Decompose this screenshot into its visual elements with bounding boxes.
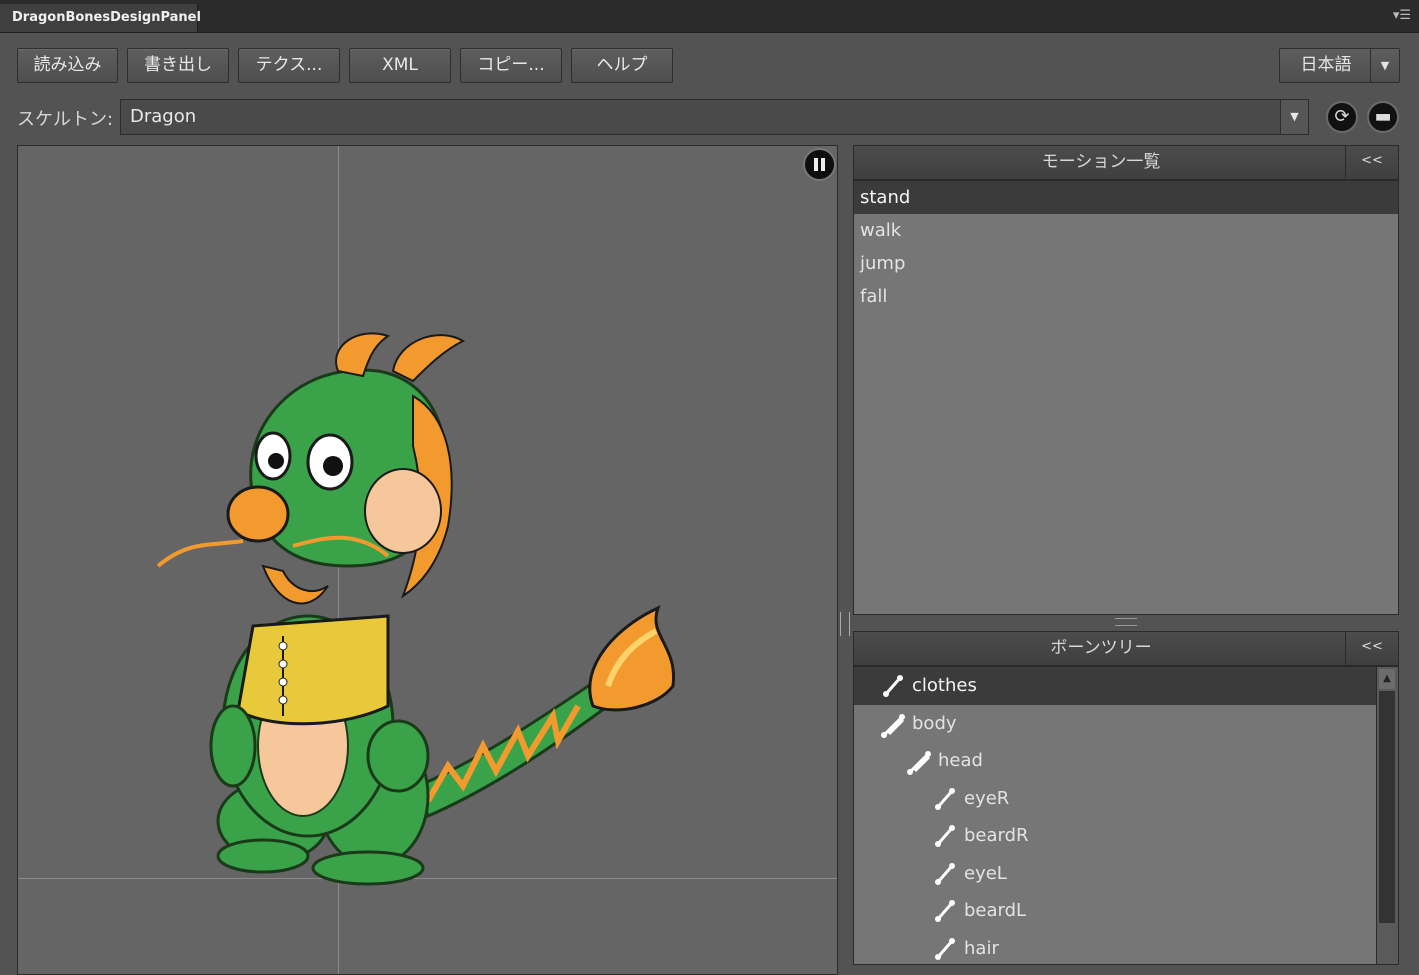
motion-item-stand[interactable]: stand <box>854 181 1398 214</box>
panel-tab[interactable]: DragonBonesDesignPanel <box>0 4 201 32</box>
motion-item-fall[interactable]: fall <box>854 280 1398 313</box>
language-value: 日本語 <box>1300 55 1352 75</box>
bone-tree-title: ボーンツリー <box>1050 638 1152 658</box>
bone-item-head[interactable]: head <box>854 742 1398 780</box>
bone-group-icon <box>907 751 931 775</box>
motion-panel: モーション一覧 << stand walk jump fall <box>853 145 1399 615</box>
language-select[interactable]: 日本語 ▼ <box>1279 48 1400 83</box>
remove-icon[interactable]: ▬ <box>1367 101 1399 133</box>
bone-icon <box>935 900 955 922</box>
motion-list: stand walk jump fall <box>853 180 1399 615</box>
bone-tree-list: clothes body head eyeR beardR eyeL beard… <box>853 666 1399 965</box>
bone-item-clothes[interactable]: clothes <box>854 667 1398 705</box>
bone-item-body[interactable]: body <box>854 705 1398 743</box>
bone-item-eyeR[interactable]: eyeR <box>854 780 1398 818</box>
bone-icon <box>883 675 903 697</box>
texture-button[interactable]: テクス... <box>238 48 340 83</box>
bone-tree-scrollbar[interactable]: ▲ <box>1376 667 1398 964</box>
export-button[interactable]: 書き出し <box>127 48 229 83</box>
skeleton-select[interactable]: Dragon ▼ <box>120 99 1309 135</box>
bone-label: beardR <box>964 825 1029 846</box>
motion-item-walk[interactable]: walk <box>854 214 1398 247</box>
bone-label: eyeR <box>964 787 1010 809</box>
bone-group-icon <box>881 713 905 738</box>
collapse-motion-button[interactable]: << <box>1345 146 1398 179</box>
bone-label: clothes <box>912 675 977 696</box>
load-button[interactable]: 読み込み <box>17 48 118 83</box>
bone-label: beardL <box>964 900 1027 921</box>
scroll-thumb[interactable] <box>1379 691 1395 923</box>
title-bar: DragonBonesDesignPanel ▾☰ <box>0 0 1419 33</box>
armature-preview[interactable] <box>17 145 838 975</box>
motion-item-jump[interactable]: jump <box>854 247 1398 280</box>
bone-tree-header: ボーンツリー << <box>853 631 1399 666</box>
bone-item-hair[interactable]: hair <box>854 930 1398 965</box>
bone-icon <box>935 862 955 885</box>
chevron-down-icon[interactable]: ▼ <box>1370 49 1399 82</box>
bone-icon <box>935 787 955 810</box>
bone-icon <box>935 937 955 960</box>
motion-panel-title: モーション一覧 <box>1041 152 1161 172</box>
chevron-down-icon[interactable]: ▼ <box>1280 100 1308 134</box>
help-button[interactable]: ヘルプ <box>571 48 673 83</box>
bone-label: head <box>938 750 983 771</box>
bone-icon <box>935 825 955 847</box>
bone-item-eyeL[interactable]: eyeL <box>854 855 1398 893</box>
copy-button[interactable]: コピー... <box>460 48 562 83</box>
dragon-character <box>156 332 676 886</box>
bone-item-beardR[interactable]: beardR <box>854 817 1398 855</box>
bone-tree-panel: ボーンツリー << clothes body head eyeR beardR … <box>853 631 1399 965</box>
panel-menu-icon[interactable]: ▾☰ <box>1393 8 1411 23</box>
refresh-icon[interactable]: ⟳ <box>1326 101 1358 133</box>
xml-button[interactable]: XML <box>349 48 451 83</box>
bone-item-beardL[interactable]: beardL <box>854 892 1398 930</box>
bone-label: hair <box>964 937 999 959</box>
skeleton-label: スケルトン: <box>17 109 114 130</box>
skeleton-value: Dragon <box>130 106 197 127</box>
panel-splitter[interactable] <box>840 612 850 636</box>
collapse-bone-tree-button[interactable]: << <box>1345 632 1398 665</box>
scroll-up-icon[interactable]: ▲ <box>1379 669 1395 689</box>
motion-panel-header: モーション一覧 << <box>853 145 1399 180</box>
resize-grip[interactable] <box>1115 618 1137 626</box>
bone-label: body <box>912 712 957 734</box>
bone-label: eyeL <box>964 862 1007 884</box>
